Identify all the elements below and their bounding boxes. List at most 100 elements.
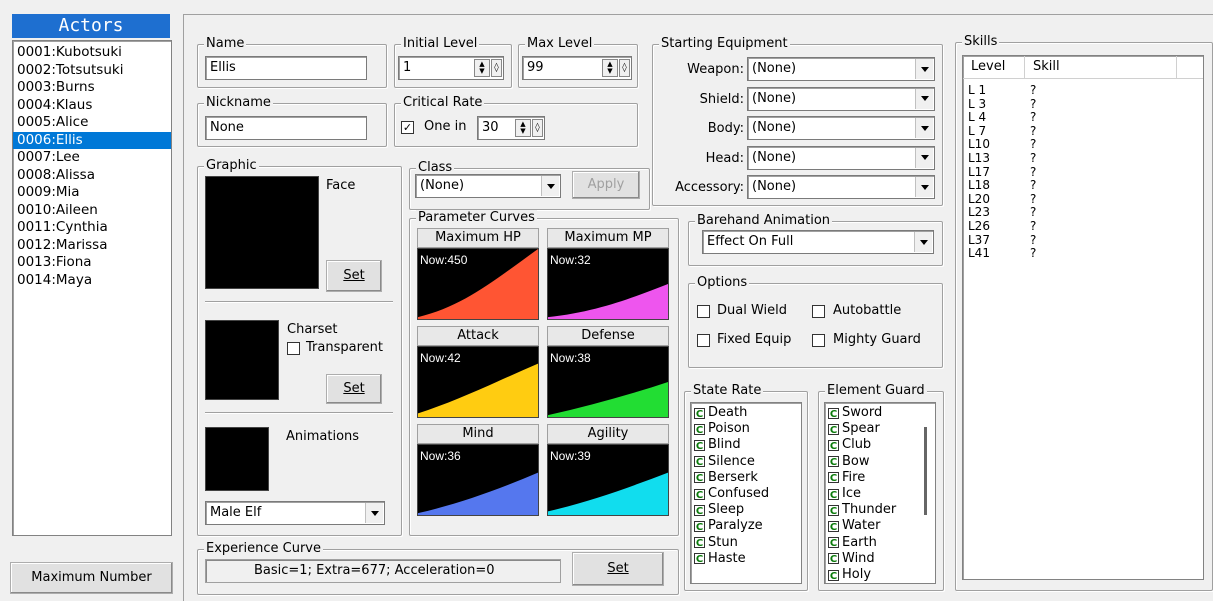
critical-rate-spinner[interactable]: ▲ ▼ ◊ (515, 118, 543, 138)
actor-list-item[interactable]: 0004:Klaus (13, 97, 171, 115)
actor-list-item[interactable]: 0012:Marissa (13, 237, 171, 255)
equip-body-dropdown[interactable]: (None) (747, 116, 935, 140)
rank-badge-icon[interactable]: C (828, 456, 839, 468)
critical-rate-checkbox[interactable]: ✓ (401, 121, 414, 134)
face-set-button[interactable]: Set (326, 260, 382, 292)
actor-list-item[interactable]: 0013:Fiona (13, 254, 171, 272)
skills-col-level[interactable]: Level (963, 56, 1025, 78)
actor-list-item[interactable]: 0014:Maya (13, 272, 171, 290)
actor-list-item[interactable]: 0001:Kubotsuki (13, 44, 171, 62)
rank-badge-icon[interactable]: C (828, 504, 839, 517)
actor-list-item[interactable]: 0005:Alice (13, 114, 171, 132)
rank-badge-icon[interactable]: C (694, 521, 705, 533)
actor-list-item[interactable]: 0009:Mia (13, 184, 171, 202)
state-rate-item[interactable]: C Death (691, 405, 801, 421)
curve-agility[interactable]: Agility Now:39 (547, 424, 669, 516)
rank-badge-icon[interactable]: C (694, 423, 705, 436)
actor-list-item[interactable]: 0007:Lee (13, 149, 171, 167)
skill-row[interactable]: L 7? (963, 124, 1203, 139)
max-level-spinner[interactable]: ▲ ▼ ◊ (602, 58, 630, 78)
rank-badge-icon[interactable]: C (694, 440, 705, 452)
rank-badge-icon[interactable]: C (828, 553, 839, 565)
mighty-guard-checkbox[interactable] (812, 334, 825, 347)
skills-list[interactable]: Level Skill L 1? L 3? L 4? L 7? L10? L13? L17?… (962, 55, 1204, 580)
critical-rate-input[interactable]: 30 ▲ ▼ ◊ (477, 116, 545, 140)
rank-badge-icon[interactable]: C (828, 569, 839, 582)
element-guard-item[interactable]: C Spear (825, 421, 935, 437)
equip-accessory-dropdown[interactable]: (None) (747, 175, 935, 199)
rank-badge-icon[interactable]: C (694, 553, 705, 565)
state-rate-item[interactable]: C Silence (691, 454, 801, 470)
element-guard-item[interactable]: C Club (825, 437, 935, 453)
rank-badge-icon[interactable]: C (694, 537, 705, 549)
skill-row[interactable]: L17? (963, 165, 1203, 180)
element-guard-item[interactable]: C Ice (825, 486, 935, 502)
state-rate-item[interactable]: C Berserk (691, 470, 801, 486)
skill-row[interactable]: L 4? (963, 111, 1203, 125)
actor-list-item[interactable]: 0011:Cynthia (13, 219, 171, 237)
rank-badge-icon[interactable]: C (828, 521, 839, 533)
curve-maximum-hp[interactable]: Maximum HP Now:450 (417, 228, 539, 320)
actor-list-item[interactable]: 0002:Totsutsuki (13, 62, 171, 80)
element-guard-item[interactable]: C Holy (825, 567, 935, 583)
initial-level-input[interactable]: 1 ▲ ▼ ◊ (398, 56, 504, 80)
rank-badge-icon[interactable]: C (694, 472, 705, 484)
max-level-input[interactable]: 99 ▲ ▼ ◊ (522, 56, 632, 80)
autobattle-checkbox[interactable] (812, 305, 825, 318)
skill-row[interactable]: L41? (963, 247, 1203, 261)
rank-badge-icon[interactable]: C (694, 504, 705, 517)
element-guard-item[interactable]: C Water (825, 518, 935, 534)
rank-badge-icon[interactable]: C (828, 488, 839, 501)
rank-badge-icon[interactable]: C (828, 472, 839, 484)
animation-dropdown[interactable]: Male Elf (205, 501, 385, 525)
state-rate-item[interactable]: C Confused (691, 486, 801, 502)
state-rate-item[interactable]: C Paralyze (691, 518, 801, 534)
element-guard-item[interactable]: C Wind (825, 551, 935, 567)
rank-badge-icon[interactable]: C (694, 456, 705, 468)
skill-row[interactable]: L10? (963, 138, 1203, 152)
skill-row[interactable]: L 1? (963, 83, 1203, 98)
element-guard-item[interactable]: C Earth (825, 535, 935, 551)
element-guard-list[interactable]: C Sword C Spear C Club C Bow C Fire C Ice C Thunder C W… (824, 402, 936, 584)
skill-row[interactable]: L26? (963, 219, 1203, 234)
actor-list-item[interactable]: 0006:Ellis (13, 131, 171, 149)
actors-list[interactable]: 0001:Kubotsuki 0002:Totsutsuki 0003:Burns 0… (12, 40, 172, 536)
maximum-number-button[interactable]: Maximum Number (10, 562, 173, 594)
barehand-animation-dropdown[interactable]: Effect On Full (702, 230, 934, 254)
rank-badge-icon[interactable]: C (828, 423, 839, 436)
curve-defense[interactable]: Defense Now:38 (547, 326, 669, 418)
element-guard-scrollbar[interactable] (924, 427, 927, 515)
transparent-checkbox[interactable] (287, 342, 300, 355)
skill-row[interactable]: L37? (963, 233, 1203, 248)
state-rate-item[interactable]: C Haste (691, 551, 801, 567)
skill-row[interactable]: L18? (963, 179, 1203, 193)
skill-row[interactable]: L20? (963, 192, 1203, 207)
equip-shield-dropdown[interactable]: (None) (747, 86, 935, 111)
nickname-input[interactable]: None (205, 116, 367, 140)
dual-wield-checkbox[interactable] (697, 305, 710, 318)
fixed-equip-checkbox[interactable] (697, 334, 710, 347)
equip-head-dropdown[interactable]: (None) (747, 145, 935, 170)
rank-badge-icon[interactable]: C (828, 440, 839, 452)
rank-badge-icon[interactable]: C (694, 407, 705, 420)
element-guard-item[interactable]: C Bow (825, 454, 935, 470)
state-rate-item[interactable]: C Blind (691, 437, 801, 453)
skills-col-skill[interactable]: Skill (1025, 56, 1177, 78)
state-rate-item[interactable]: C Stun (691, 535, 801, 551)
curve-maximum-mp[interactable]: Maximum MP Now:32 (547, 228, 669, 320)
skill-row[interactable]: L13? (963, 151, 1203, 166)
initial-level-spinner[interactable]: ▲ ▼ ◊ (474, 58, 502, 78)
actor-list-item[interactable]: 0008:Alissa (13, 167, 171, 185)
state-rate-item[interactable]: C Poison (691, 421, 801, 437)
rank-badge-icon[interactable]: C (828, 537, 839, 549)
rank-badge-icon[interactable]: C (828, 407, 839, 420)
equip-weapon-dropdown[interactable]: (None) (747, 57, 935, 81)
class-dropdown[interactable]: (None) (415, 174, 561, 198)
curve-mind[interactable]: Mind Now:36 (417, 424, 539, 516)
rank-badge-icon[interactable]: C (694, 488, 705, 501)
state-rate-item[interactable]: C Sleep (691, 502, 801, 518)
name-input[interactable]: Ellis (205, 56, 367, 80)
charset-set-button[interactable]: Set (326, 374, 382, 404)
skill-row[interactable]: L 3? (963, 97, 1203, 112)
element-guard-item[interactable]: C Thunder (825, 502, 935, 518)
